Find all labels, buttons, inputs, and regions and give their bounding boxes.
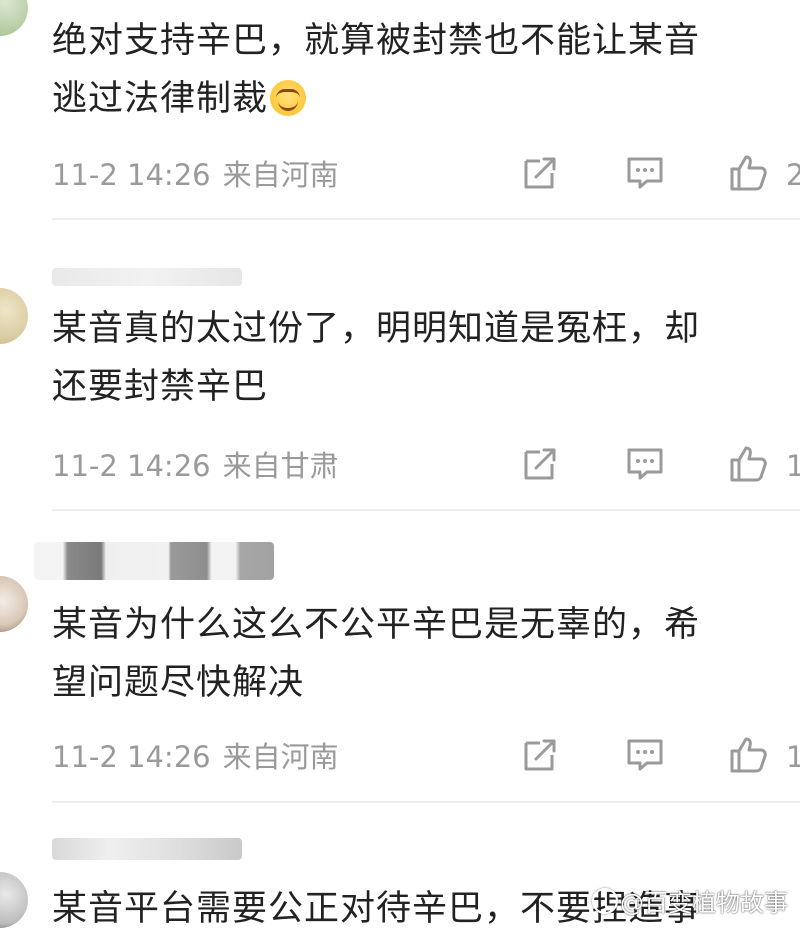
share-icon[interactable]	[520, 153, 560, 193]
comment-icon[interactable]	[625, 153, 665, 193]
thumbs-up-icon[interactable]	[728, 444, 768, 484]
share-icon[interactable]	[520, 735, 560, 775]
avatar[interactable]	[0, 0, 28, 36]
comment-text: 某音为什么这么不公平辛巴是无辜的，希 望问题尽快解决	[52, 596, 800, 712]
comment-icon[interactable]	[625, 444, 665, 484]
comment-text-line: 还要封禁辛巴	[52, 367, 269, 407]
comment-actions: 2	[0, 153, 800, 197]
watermark-text: @百变植物故事	[620, 889, 788, 917]
grinning-face-emoji-icon	[270, 80, 307, 116]
thumbs-up-icon[interactable]	[728, 153, 768, 193]
comment-item: 某音为什么这么不公平辛巴是无辜的，希 望问题尽快解决 11-2 14:26 来自河…	[0, 510, 800, 803]
like-count: 1	[786, 449, 800, 483]
username-blurred	[52, 268, 242, 286]
comment-text-line: 望问题尽快解决	[52, 663, 305, 703]
comment-text: 某音真的太过份了，明明知道是冤枉，却 还要封禁辛巴	[52, 300, 800, 416]
like-count: 1	[786, 740, 800, 774]
comment-text-line: 某音真的太过份了，明明知道是冤枉，却	[52, 309, 701, 349]
comment-actions: 1	[0, 735, 800, 779]
comment-text: 绝对支持辛巴，就算被封禁也不能让某音 逃过法律制裁	[52, 12, 800, 128]
watermark-logo-icon	[592, 888, 618, 914]
avatar[interactable]	[0, 288, 28, 344]
username-blurred	[34, 542, 274, 580]
comment-text-line: 绝对支持辛巴，就算被封禁也不能让某音	[52, 21, 701, 61]
comment-item: 绝对支持辛巴，就算被封禁也不能让某音 逃过法律制裁 11-2 14:26 来自河南…	[0, 0, 800, 220]
share-icon[interactable]	[520, 444, 560, 484]
comment-text-line: 某音为什么这么不公平辛巴是无辜的，希	[52, 605, 701, 645]
avatar[interactable]	[0, 872, 28, 928]
username-blurred	[52, 838, 242, 860]
watermark: @百变植物故事	[592, 888, 788, 918]
comment-actions: 1	[0, 444, 800, 488]
comment-text-line: 逃过法律制裁	[52, 70, 800, 128]
avatar[interactable]	[0, 576, 28, 632]
comment-item: 某音真的太过份了，明明知道是冤枉，却 还要封禁辛巴 11-2 14:26 来自甘肃…	[0, 220, 800, 511]
comment-icon[interactable]	[625, 735, 665, 775]
thumbs-up-icon[interactable]	[728, 735, 768, 775]
like-count: 2	[786, 158, 800, 192]
